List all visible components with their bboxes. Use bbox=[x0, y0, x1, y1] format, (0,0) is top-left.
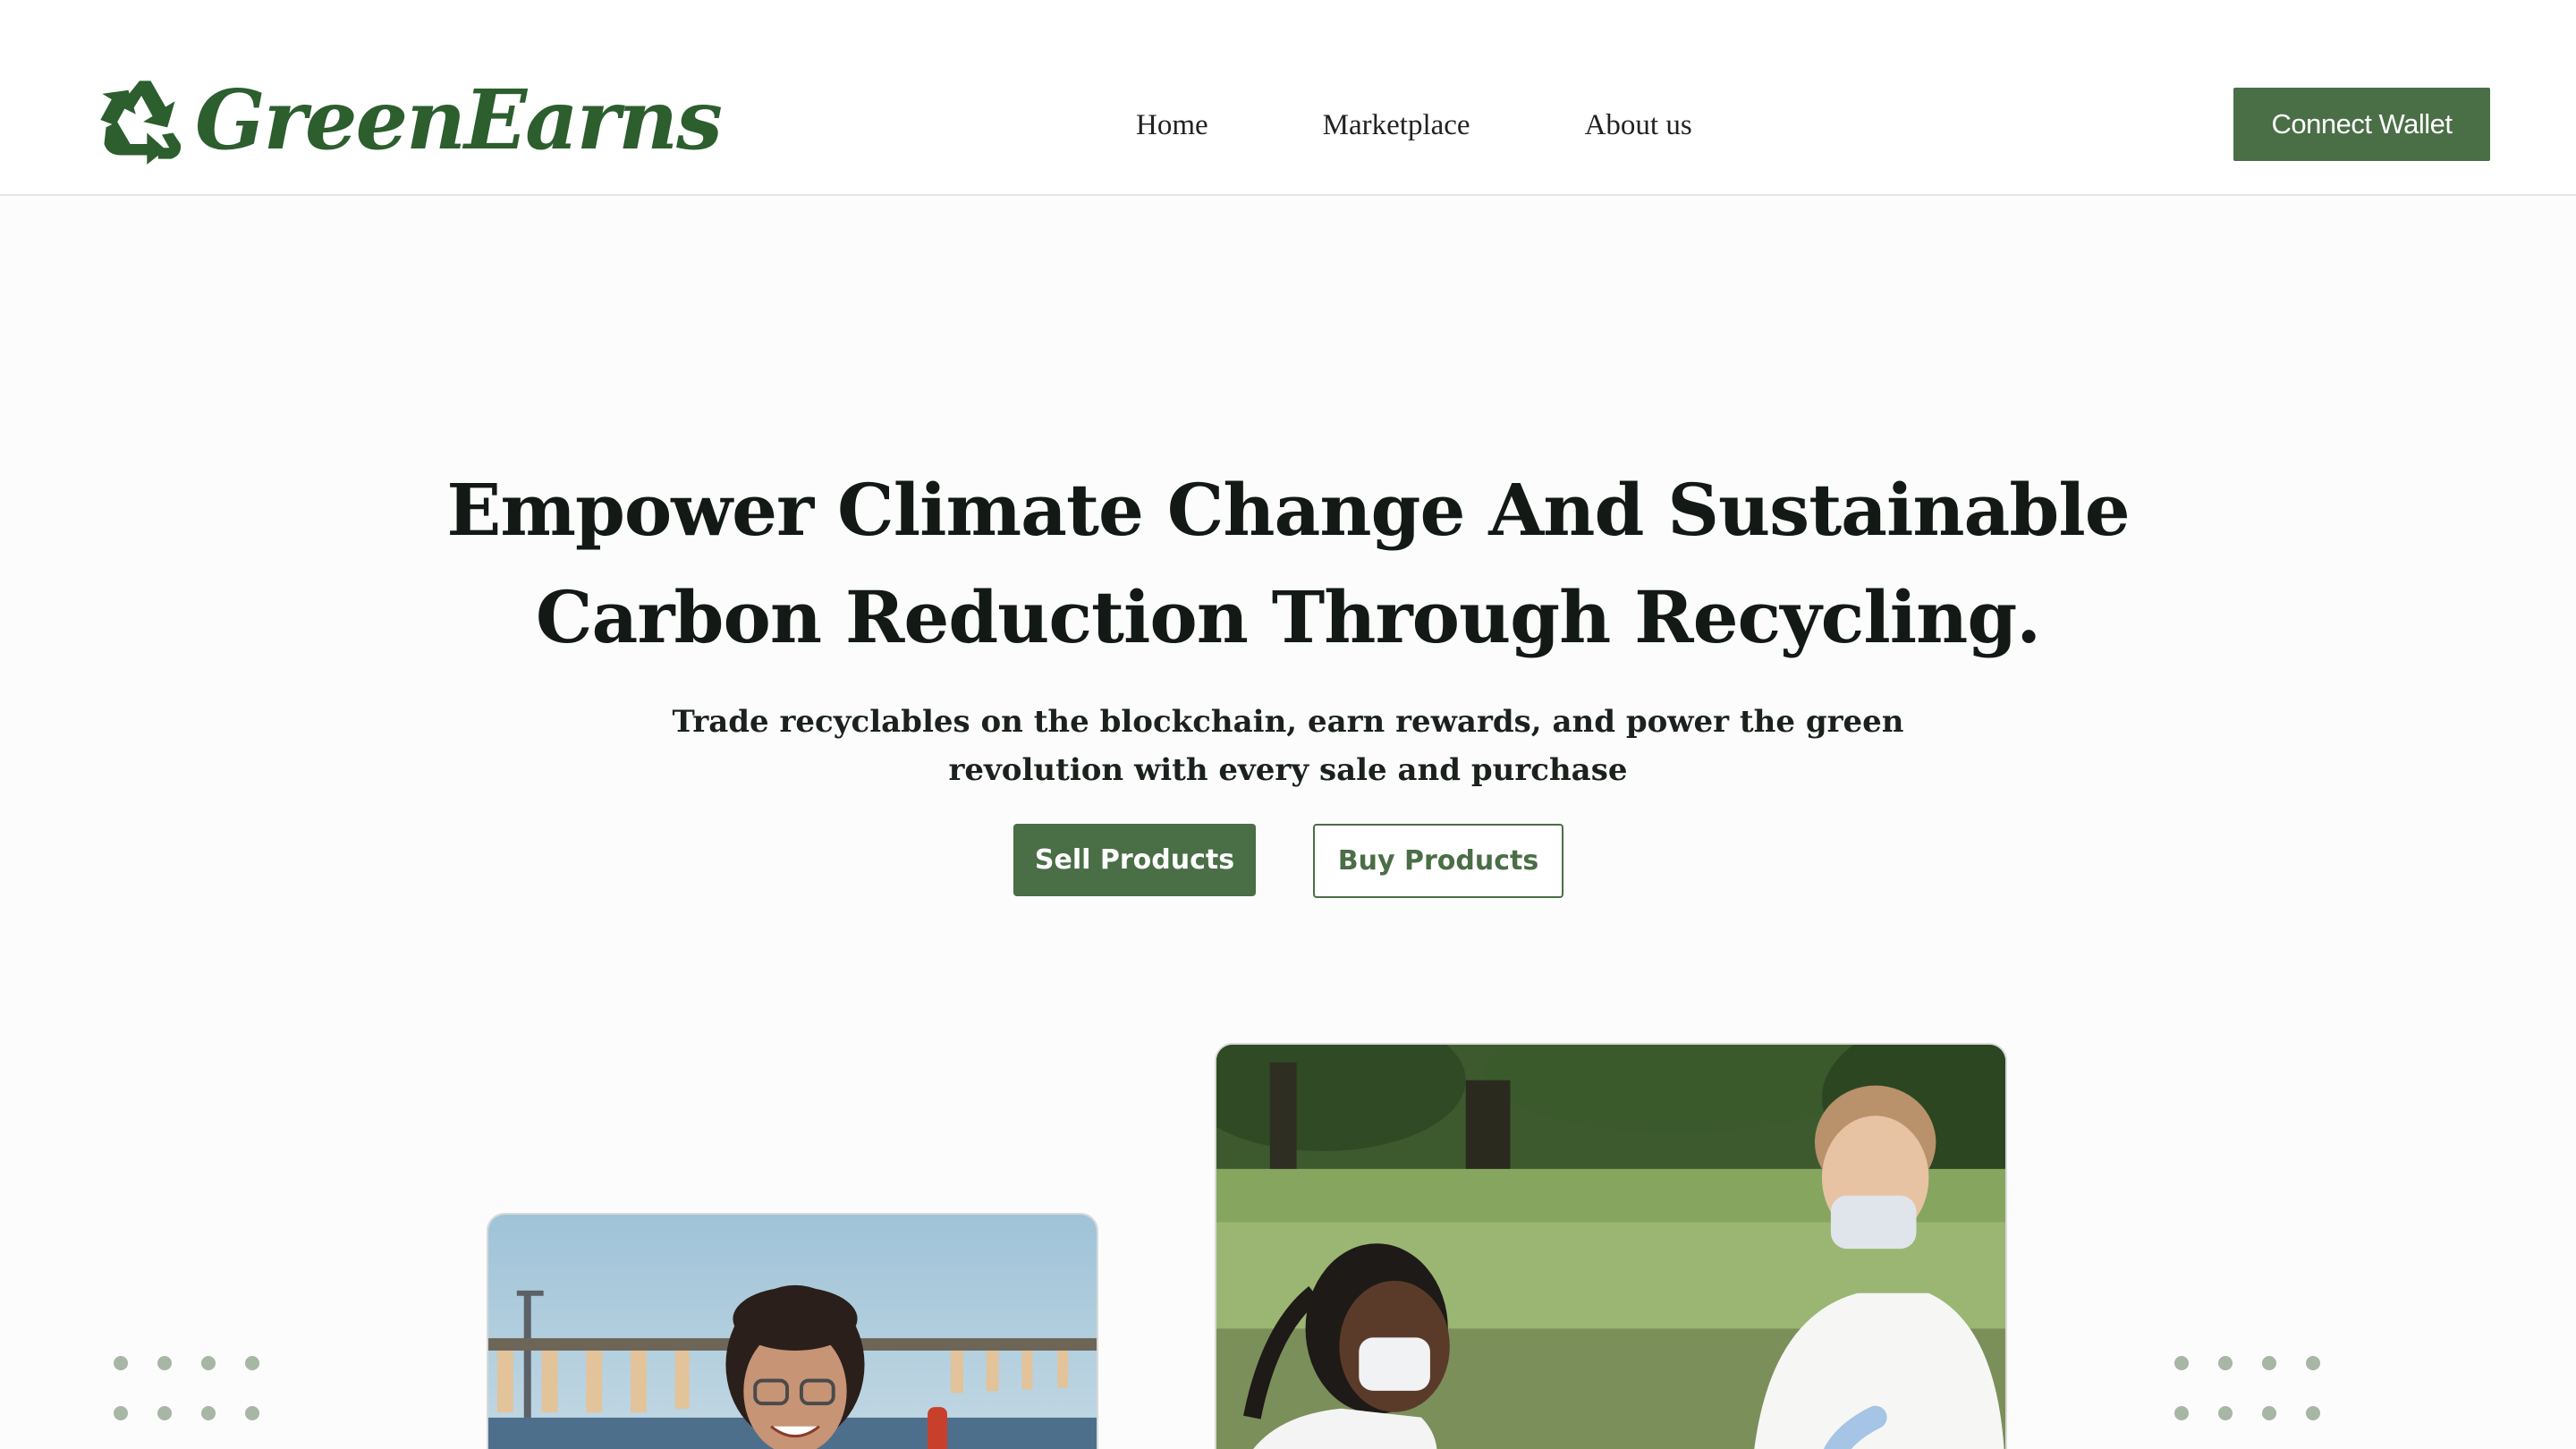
brand-name: GreenEarns bbox=[195, 72, 723, 168]
main-nav: Home Marketplace About us bbox=[1136, 104, 1692, 147]
woman-beach-image bbox=[488, 1215, 1097, 1449]
connect-wallet-button[interactable]: Connect Wallet bbox=[2233, 88, 2490, 161]
buy-products-button[interactable]: Buy Products bbox=[1313, 824, 1563, 898]
volunteers-image bbox=[1216, 1045, 2005, 1449]
hero-actions: Sell Products Buy Products bbox=[0, 824, 2576, 898]
brand-logo[interactable]: GreenEarns bbox=[93, 72, 723, 168]
nav-link-home[interactable]: Home bbox=[1136, 104, 1208, 147]
hero-title-line-2: Carbon Reduction Through Recycling. bbox=[535, 575, 2041, 659]
hero-photo-woman-beach bbox=[487, 1213, 1098, 1449]
hero-subtitle: Trade recyclables on the blockchain, ear… bbox=[572, 698, 2004, 794]
hero-photo-volunteers bbox=[1215, 1043, 2007, 1449]
site-header: GreenEarns Home Marketplace About us Con… bbox=[0, 0, 2576, 196]
hero-title-line-1: Empower Climate Change And Sustainable bbox=[446, 468, 2130, 552]
hero-title: Empower Climate Change And Sustainable C… bbox=[394, 456, 2182, 671]
decorative-dots-left bbox=[114, 1356, 259, 1449]
decorative-dots-right bbox=[2174, 1356, 2320, 1449]
hero-subtitle-line-2: revolution with every sale and purchase bbox=[948, 752, 1628, 788]
nav-link-about-us[interactable]: About us bbox=[1585, 104, 1692, 147]
sell-products-button[interactable]: Sell Products bbox=[1013, 824, 1256, 896]
recycle-icon bbox=[100, 80, 182, 165]
nav-link-marketplace[interactable]: Marketplace bbox=[1323, 104, 1470, 147]
hero-subtitle-line-1: Trade recyclables on the blockchain, ear… bbox=[672, 704, 1904, 740]
